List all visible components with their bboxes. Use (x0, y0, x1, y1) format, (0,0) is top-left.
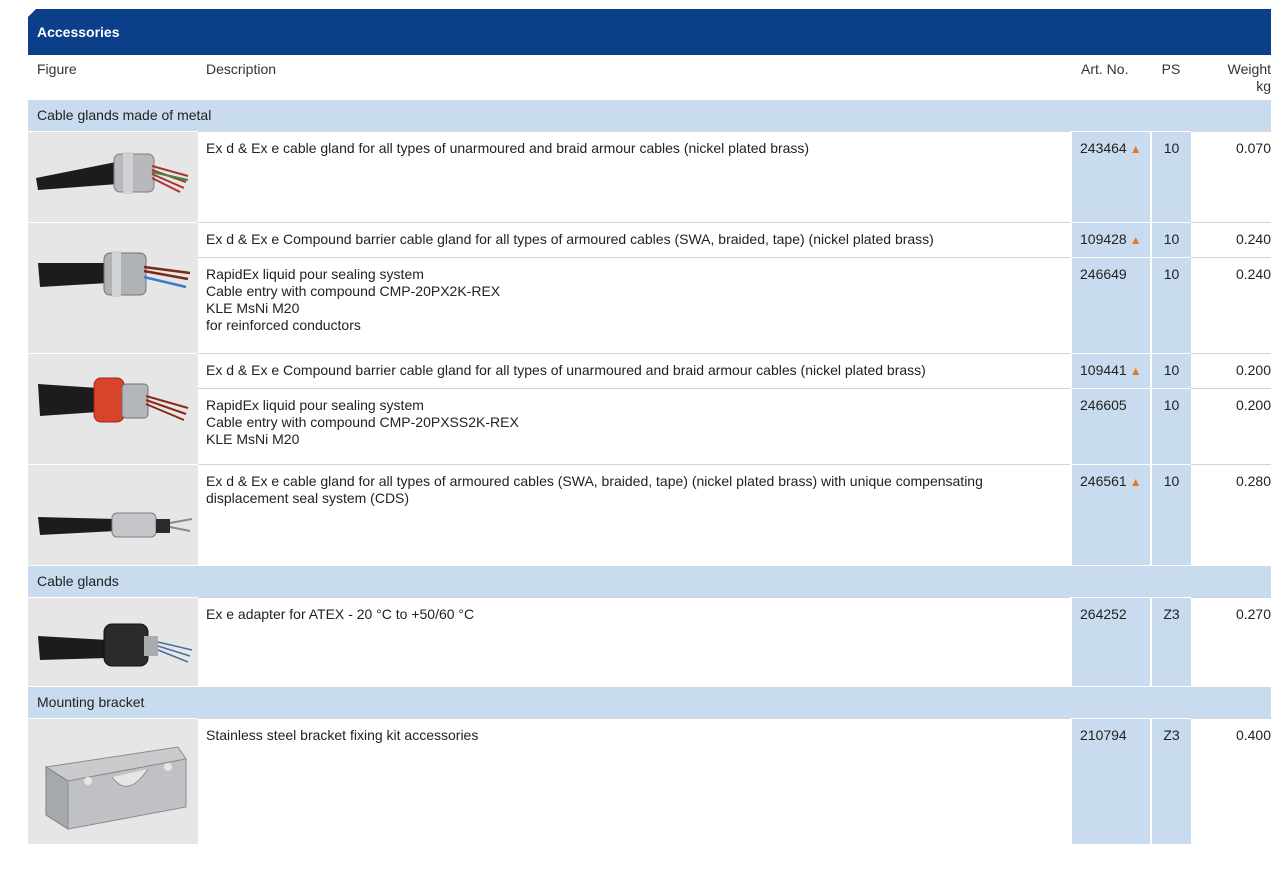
art-no-cell: 210794 (1070, 717, 1151, 844)
table-row[interactable]: Ex d & Ex e cable gland for all types of… (28, 130, 1271, 222)
weight-value: 0.070 (1191, 130, 1271, 222)
ps-value: 10 (1150, 387, 1191, 464)
product-figure (28, 717, 198, 844)
red-compound-barrier-gland-icon (38, 377, 189, 422)
weight-value: 0.270 (1191, 596, 1271, 686)
table-row[interactable]: Ex e adapter for ATEX - 20 °C to +50/60 … (28, 596, 1271, 686)
weight-value: 0.280 (1191, 463, 1271, 565)
art-no: 109441 (1080, 361, 1127, 378)
marker-triangle-icon: ▲ (1129, 232, 1142, 247)
description-line: KLE MsNi M20 (206, 430, 300, 447)
art-no: 246561 (1080, 472, 1127, 489)
table-row[interactable]: RapidEx liquid pour sealing system Cable… (28, 387, 1271, 464)
section-label: Cable glands (28, 564, 1271, 597)
description-line: Ex d & Ex e cable gland for all types of… (206, 472, 983, 506)
art-no: 246649 (1080, 265, 1127, 282)
art-no-cell: 109428 ▲ (1070, 221, 1151, 257)
art-no-cell: 246605 (1070, 387, 1151, 464)
weight-value: 0.240 (1191, 221, 1271, 257)
description-line: Cable entry with compound CMP-20PXSS2K-R… (206, 413, 519, 430)
ps-value: 10 (1150, 256, 1191, 353)
header-weight: Weight kg (1191, 55, 1271, 99)
product-figure (28, 463, 198, 565)
header-weight-label: Weight (1227, 61, 1271, 77)
accessories-table: Figure Description Art. No. PS Weight kg… (28, 55, 1271, 844)
art-no: 246605 (1080, 396, 1127, 413)
art-no: 264252 (1080, 605, 1127, 622)
row-description: Ex d & Ex e Compound barrier cable gland… (198, 352, 1071, 388)
table-row[interactable]: Ex d & Ex e Compound barrier cable gland… (28, 352, 1271, 464)
row-description: RapidEx liquid pour sealing system Cable… (198, 387, 1071, 464)
art-no-cell: 264252 (1070, 596, 1151, 686)
section-label: Mounting bracket (28, 685, 1271, 718)
weight-value: 0.400 (1191, 717, 1271, 844)
weight-value: 0.240 (1191, 256, 1271, 353)
compound-barrier-gland-icon (38, 250, 191, 297)
art-no-cell: 246561 ▲ (1070, 463, 1151, 565)
stainless-bracket-icon (44, 745, 187, 830)
panel-title: Accessories (28, 9, 1271, 55)
row-description: RapidEx liquid pour sealing system Cable… (198, 256, 1071, 353)
description-line: for reinforced conductors (206, 316, 361, 333)
art-no-cell: 246649 (1070, 256, 1151, 353)
table-row[interactable]: Ex d & Ex e Compound barrier cable gland… (28, 221, 1271, 353)
product-figure (28, 130, 198, 222)
row-description: Ex d & Ex e Compound barrier cable gland… (198, 221, 1071, 257)
ps-value: Z3 (1150, 717, 1191, 844)
table-header-row: Figure Description Art. No. PS Weight kg (28, 55, 1271, 99)
description-line: KLE MsNi M20 (206, 299, 300, 316)
section-header-cable-glands: Cable glands (28, 564, 1271, 597)
art-no: 109428 (1080, 230, 1127, 247)
marker-triangle-icon: ▲ (1129, 474, 1142, 489)
description-line: Ex d & Ex e cable gland for all types of… (206, 139, 810, 156)
description-line: Ex d & Ex e Compound barrier cable gland… (206, 361, 926, 378)
header-figure: Figure (37, 61, 77, 77)
product-figure (28, 596, 198, 686)
section-header-mounting-bracket: Mounting bracket (28, 685, 1271, 718)
product-figure (28, 221, 198, 353)
ps-value: 10 (1150, 221, 1191, 257)
ps-value: Z3 (1150, 596, 1191, 686)
row-description: Ex e adapter for ATEX - 20 °C to +50/60 … (198, 596, 1071, 686)
description-line: Ex e adapter for ATEX - 20 °C to +50/60 … (206, 605, 475, 622)
metal-cable-gland-icon (36, 151, 189, 194)
ex-e-adapter-icon (38, 623, 193, 666)
description-line: RapidEx liquid pour sealing system (206, 396, 424, 413)
product-figure (28, 352, 198, 464)
row-description: Ex d & Ex e cable gland for all types of… (198, 130, 1071, 222)
header-ps: PS (1161, 61, 1181, 77)
header-weight-unit: kg (1256, 78, 1271, 94)
ps-value: 10 (1150, 463, 1191, 565)
section-header-metal-glands: Cable glands made of metal (28, 98, 1271, 131)
art-no: 243464 (1080, 139, 1127, 156)
marker-triangle-icon: ▲ (1129, 141, 1142, 156)
art-no-cell: 109441 ▲ (1070, 352, 1151, 388)
weight-value: 0.200 (1191, 352, 1271, 388)
header-art-no: Art. No. (1081, 61, 1129, 77)
header-description: Description (206, 61, 277, 77)
weight-value: 0.200 (1191, 387, 1271, 464)
art-no: 210794 (1080, 726, 1127, 743)
marker-triangle-icon: ▲ (1129, 363, 1142, 378)
row-description: Ex d & Ex e cable gland for all types of… (198, 463, 1071, 565)
description-line: Ex d & Ex e Compound barrier cable gland… (206, 230, 934, 247)
row-description: Stainless steel bracket fixing kit acces… (198, 717, 1071, 844)
description-line: Stainless steel bracket fixing kit acces… (206, 726, 479, 743)
cds-cable-gland-icon (38, 512, 193, 537)
art-no-cell: 243464 ▲ (1070, 130, 1151, 222)
table-row[interactable]: RapidEx liquid pour sealing system Cable… (28, 256, 1271, 353)
table-row[interactable]: Ex d & Ex e cable gland for all types of… (28, 463, 1271, 565)
ps-value: 10 (1150, 130, 1191, 222)
table-row[interactable]: Stainless steel bracket fixing kit acces… (28, 717, 1271, 844)
section-label: Cable glands made of metal (28, 98, 1271, 131)
accessories-panel: Accessories Figure Description Art. No. … (28, 9, 1271, 844)
ps-value: 10 (1150, 352, 1191, 388)
description-line: RapidEx liquid pour sealing system (206, 265, 424, 282)
description-line: Cable entry with compound CMP-20PX2K-REX (206, 282, 501, 299)
